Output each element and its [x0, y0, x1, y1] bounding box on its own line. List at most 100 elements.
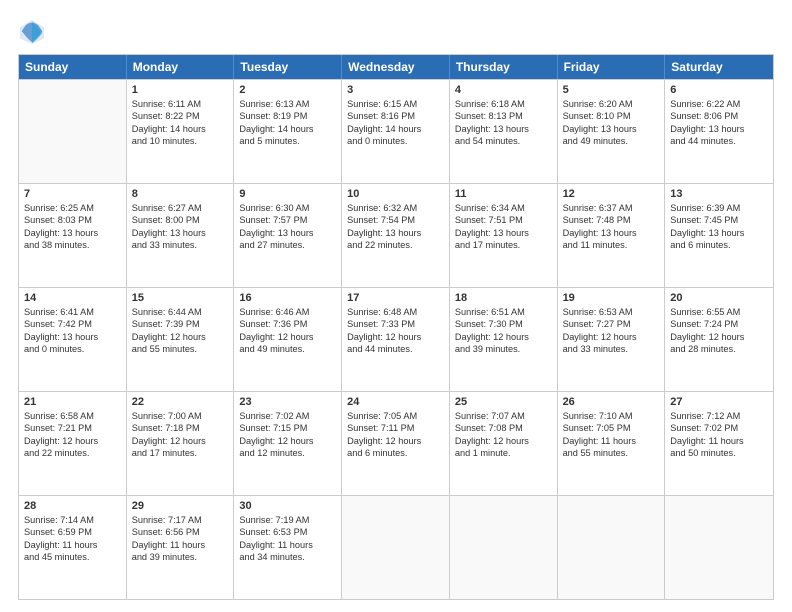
cell-line-1: Sunset: 8:00 PM: [132, 214, 229, 226]
cell-line-1: Sunset: 8:10 PM: [563, 110, 660, 122]
cell-line-0: Sunrise: 6:20 AM: [563, 98, 660, 110]
header-cell-monday: Monday: [127, 55, 235, 79]
cell-line-1: Sunset: 6:53 PM: [239, 526, 336, 538]
cell-line-2: Daylight: 13 hours: [347, 227, 444, 239]
cell-line-1: Sunset: 8:16 PM: [347, 110, 444, 122]
cell-line-1: Sunset: 6:59 PM: [24, 526, 121, 538]
cell-line-2: Daylight: 13 hours: [563, 227, 660, 239]
header-cell-thursday: Thursday: [450, 55, 558, 79]
cell-line-3: and 11 minutes.: [563, 239, 660, 251]
cell-line-0: Sunrise: 6:15 AM: [347, 98, 444, 110]
cell-line-3: and 38 minutes.: [24, 239, 121, 251]
cell-line-2: Daylight: 11 hours: [670, 435, 768, 447]
cell-line-2: Daylight: 12 hours: [132, 331, 229, 343]
cell-line-1: Sunset: 8:13 PM: [455, 110, 552, 122]
day-cell-12: 12Sunrise: 6:37 AMSunset: 7:48 PMDayligh…: [558, 184, 666, 287]
calendar-row-3: 14Sunrise: 6:41 AMSunset: 7:42 PMDayligh…: [19, 287, 773, 391]
cell-line-1: Sunset: 8:22 PM: [132, 110, 229, 122]
cell-line-0: Sunrise: 6:22 AM: [670, 98, 768, 110]
cell-line-1: Sunset: 7:36 PM: [239, 318, 336, 330]
day-cell-28: 28Sunrise: 7:14 AMSunset: 6:59 PMDayligh…: [19, 496, 127, 599]
day-number: 23: [239, 396, 336, 408]
cell-line-1: Sunset: 7:45 PM: [670, 214, 768, 226]
day-number: 6: [670, 84, 768, 96]
day-number: 9: [239, 188, 336, 200]
day-cell-2: 2Sunrise: 6:13 AMSunset: 8:19 PMDaylight…: [234, 80, 342, 183]
cell-line-3: and 50 minutes.: [670, 447, 768, 459]
header-cell-tuesday: Tuesday: [234, 55, 342, 79]
cell-line-0: Sunrise: 7:02 AM: [239, 410, 336, 422]
cell-line-1: Sunset: 8:19 PM: [239, 110, 336, 122]
cell-line-0: Sunrise: 6:27 AM: [132, 202, 229, 214]
day-number: 2: [239, 84, 336, 96]
cell-line-2: Daylight: 11 hours: [132, 539, 229, 551]
cell-line-3: and 6 minutes.: [670, 239, 768, 251]
cell-line-2: Daylight: 14 hours: [132, 123, 229, 135]
day-cell-30: 30Sunrise: 7:19 AMSunset: 6:53 PMDayligh…: [234, 496, 342, 599]
header-cell-saturday: Saturday: [665, 55, 773, 79]
cell-line-1: Sunset: 7:33 PM: [347, 318, 444, 330]
cell-line-1: Sunset: 7:08 PM: [455, 422, 552, 434]
cell-line-1: Sunset: 7:27 PM: [563, 318, 660, 330]
cell-line-2: Daylight: 12 hours: [455, 435, 552, 447]
day-cell-24: 24Sunrise: 7:05 AMSunset: 7:11 PMDayligh…: [342, 392, 450, 495]
cell-line-2: Daylight: 11 hours: [239, 539, 336, 551]
day-cell-20: 20Sunrise: 6:55 AMSunset: 7:24 PMDayligh…: [665, 288, 773, 391]
cell-line-2: Daylight: 13 hours: [670, 123, 768, 135]
day-cell-9: 9Sunrise: 6:30 AMSunset: 7:57 PMDaylight…: [234, 184, 342, 287]
cell-line-2: Daylight: 13 hours: [455, 227, 552, 239]
header-cell-sunday: Sunday: [19, 55, 127, 79]
cell-line-3: and 33 minutes.: [563, 343, 660, 355]
cell-line-3: and 0 minutes.: [24, 343, 121, 355]
day-number: 21: [24, 396, 121, 408]
page: SundayMondayTuesdayWednesdayThursdayFrid…: [0, 0, 792, 612]
cell-line-2: Daylight: 12 hours: [24, 435, 121, 447]
cell-line-3: and 17 minutes.: [455, 239, 552, 251]
day-number: 29: [132, 500, 229, 512]
day-cell-13: 13 Sunrise: 6:39 AMSunset: 7:45 PMDayligh…: [665, 184, 773, 287]
cell-line-2: Daylight: 13 hours: [24, 331, 121, 343]
cell-line-0: Sunrise: 6:46 AM: [239, 306, 336, 318]
cell-line-1: Sunset: 7:30 PM: [455, 318, 552, 330]
cell-line-1: Sunset: 7:21 PM: [24, 422, 121, 434]
cell-line-0: Sunrise: 6:13 AM: [239, 98, 336, 110]
cell-line-0: Sunrise: 6:39 AM: [670, 202, 768, 214]
empty-cell: [665, 496, 773, 599]
day-number: 4: [455, 84, 552, 96]
day-cell-11: 11Sunrise: 6:34 AMSunset: 7:51 PMDayligh…: [450, 184, 558, 287]
day-cell-5: 5Sunrise: 6:20 AMSunset: 8:10 PMDaylight…: [558, 80, 666, 183]
day-number: 30: [239, 500, 336, 512]
cell-line-3: and 49 minutes.: [563, 135, 660, 147]
cell-line-0: Sunrise: 6:41 AM: [24, 306, 121, 318]
day-number: 18: [455, 292, 552, 304]
cell-line-2: Daylight: 12 hours: [239, 435, 336, 447]
day-number: 28: [24, 500, 121, 512]
cell-line-0: Sunrise: 6:32 AM: [347, 202, 444, 214]
cell-line-0: Sunrise: 6:18 AM: [455, 98, 552, 110]
cell-line-0: Sunrise: 7:10 AM: [563, 410, 660, 422]
calendar: SundayMondayTuesdayWednesdayThursdayFrid…: [18, 54, 774, 600]
empty-cell: [450, 496, 558, 599]
header-cell-friday: Friday: [558, 55, 666, 79]
cell-line-3: and 5 minutes.: [239, 135, 336, 147]
day-number: 27: [670, 396, 768, 408]
cell-line-0: Sunrise: 6:25 AM: [24, 202, 121, 214]
calendar-header: SundayMondayTuesdayWednesdayThursdayFrid…: [19, 55, 773, 79]
cell-line-3: and 54 minutes.: [455, 135, 552, 147]
day-number: 19: [563, 292, 660, 304]
cell-line-3: and 28 minutes.: [670, 343, 768, 355]
day-cell-6: 6Sunrise: 6:22 AMSunset: 8:06 PMDaylight…: [665, 80, 773, 183]
cell-line-3: and 27 minutes.: [239, 239, 336, 251]
cell-line-3: and 1 minute.: [455, 447, 552, 459]
cell-line-3: and 22 minutes.: [24, 447, 121, 459]
cell-line-1: Sunset: 7:48 PM: [563, 214, 660, 226]
day-cell-10: 10Sunrise: 6:32 AMSunset: 7:54 PMDayligh…: [342, 184, 450, 287]
cell-line-2: Daylight: 12 hours: [455, 331, 552, 343]
day-number: 13: [670, 188, 768, 200]
day-number: 5: [563, 84, 660, 96]
cell-line-2: Daylight: 13 hours: [670, 227, 768, 239]
cell-line-0: Sunrise: 7:12 AM: [670, 410, 768, 422]
day-cell-27: 27Sunrise: 7:12 AMSunset: 7:02 PMDayligh…: [665, 392, 773, 495]
logo-icon: [18, 18, 46, 46]
cell-line-0: Sunrise: 6:48 AM: [347, 306, 444, 318]
